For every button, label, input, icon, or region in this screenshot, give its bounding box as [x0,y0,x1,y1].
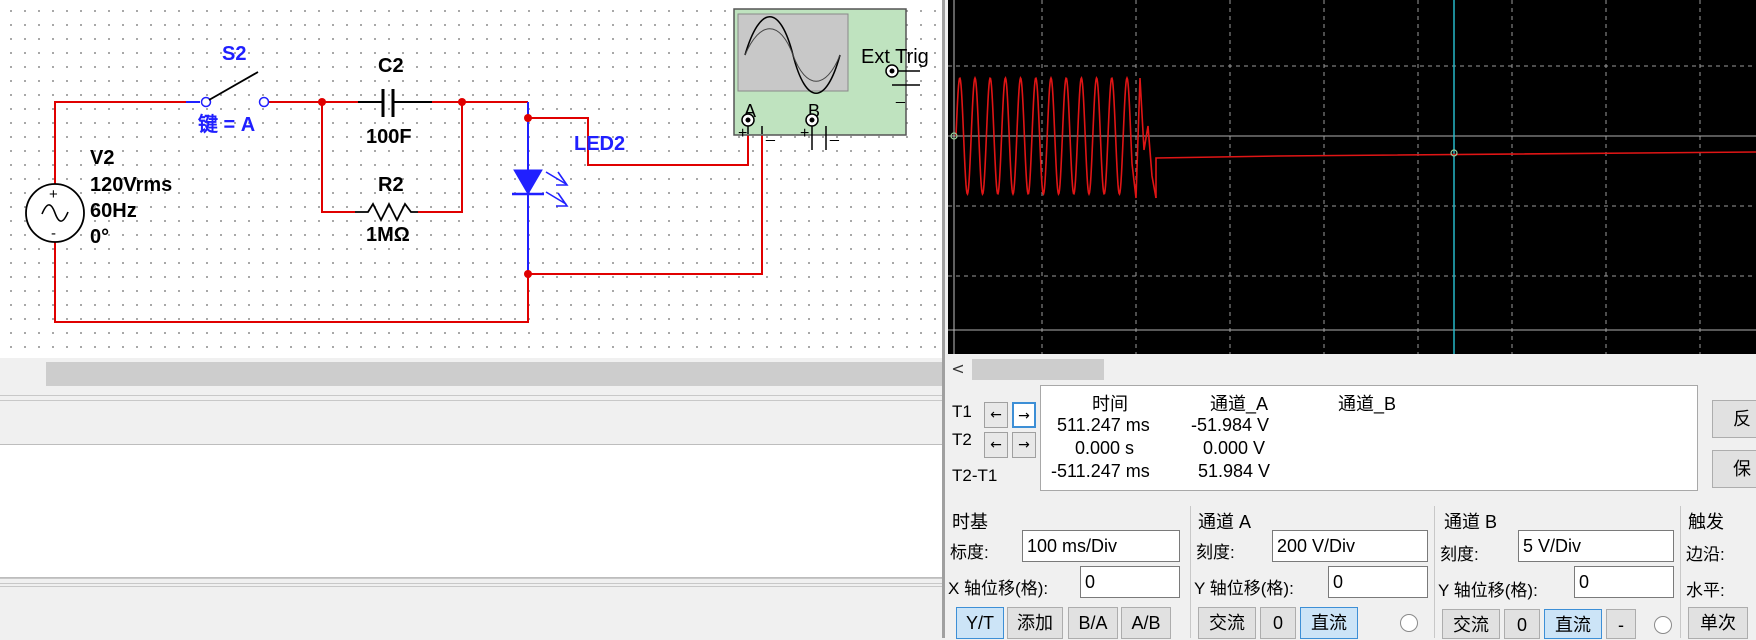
timebase-scale-label: 标度: [950,543,989,562]
capacitor-value: 100F [366,126,412,148]
readout-t2-a: 0.000 V [1203,438,1266,458]
canvas-scroll-thumb[interactable] [46,362,942,386]
channel-a-dc-button[interactable]: 直流 [1300,607,1358,639]
capacitor-c2[interactable]: C2 100F [358,55,432,148]
readout-delta-time: -511.247 ms [1051,461,1150,481]
channel-a-ypos-field[interactable]: 0 [1328,566,1428,598]
scope-waveform-display [948,0,1756,354]
source-plus: + [49,186,58,203]
resistor-r2[interactable]: R2 1MΩ [355,174,418,246]
oscilloscope-screen[interactable] [948,0,1756,354]
bottom-pane [0,586,942,639]
pane-splitter[interactable] [0,395,942,401]
t2-left-arrow-icon[interactable]: ← [984,432,1008,458]
channel-b-dc-button[interactable]: 直流 [1544,609,1602,639]
add-mode-button[interactable]: 添加 [1007,607,1063,639]
resistor-name: R2 [378,174,404,196]
ext-minus-label: _ [895,87,906,104]
x-position-field[interactable]: 0 [1080,566,1180,598]
source-phase: 0° [90,226,109,248]
switch-s2[interactable]: S2 键 = A [186,43,270,136]
trigger-title: 触发 [1688,512,1724,532]
readout-t2-time: 0.000 s [1075,438,1135,458]
a-minus-label: _ [765,125,776,142]
channel-a-ac-button[interactable]: 交流 [1198,607,1256,639]
b-plus-label: + [800,125,809,142]
ext-trig-label: Ext Trig [861,46,929,68]
channel-b-title: 通道 B [1444,512,1498,532]
b-minus-label: _ [829,125,840,142]
switch-name: S2 [222,43,246,65]
capacitor-name: C2 [378,55,404,77]
channel-a-radio[interactable] [1400,614,1418,632]
pane-splitter-lower[interactable] [0,578,942,584]
cursor-t1-label: T1 [952,402,972,421]
circuit-diagram: S2 键 = A C2 100F R2 1MΩ + - V2 120Vrms 6… [25,8,929,323]
timebase-scale-field[interactable]: 100 ms/Div [1022,530,1180,562]
t2-right-arrow-icon[interactable]: → [1012,432,1036,458]
oscilloscope-symbol[interactable]: Ext Trig A B + _ + _ _ [733,8,929,150]
source-name: V2 [90,147,114,169]
channel-b-scale-field[interactable]: 5 V/Div [1518,530,1674,562]
channel-a-zero-button[interactable]: 0 [1260,607,1296,639]
source-minus: - [51,225,56,242]
channel-a-trace [955,75,1157,199]
ab-mode-button[interactable]: A/B [1121,607,1171,639]
resistor-value: 1MΩ [366,224,410,246]
readout-header-channel-a: 通道_A [1210,394,1269,414]
reverse-button[interactable]: 反 [1712,400,1756,438]
switch-key: 键 = A [198,112,255,136]
ba-mode-button[interactable]: B/A [1068,607,1118,639]
yt-mode-button[interactable]: Y/T [956,607,1004,639]
readout-t1-a: -51.984 V [1191,415,1270,435]
t1-left-arrow-icon[interactable]: ← [984,402,1008,428]
separator [1190,506,1191,638]
ac-source-v2[interactable]: + - V2 120Vrms 60Hz 0° [25,147,172,248]
channel-b-ac-button[interactable]: 交流 [1442,609,1500,639]
channel-a-ypos-label: Y 轴位移(格): [1194,579,1294,598]
separator [1434,506,1435,638]
save-button[interactable]: 保 [1712,450,1756,488]
scope-scroll-thumb[interactable] [972,359,1104,380]
led-name: LED2 [574,133,625,155]
channel-a-title: 通道 A [1198,512,1252,532]
scroll-left-button[interactable]: < [948,358,968,380]
channel-b-ypos-label: Y 轴位移(格): [1438,581,1538,600]
channel-b-zero-button[interactable]: 0 [1504,609,1540,639]
readout-t1-time: 511.247 ms [1057,415,1150,435]
single-trigger-button[interactable]: 单次 [1688,607,1748,639]
readout-delta-a: 51.984 V [1198,461,1271,481]
channel-a-trace-after [1155,151,1756,198]
trigger-edge-label: 边沿: [1686,545,1725,564]
source-voltage: 120Vrms [90,174,172,196]
separator [1680,506,1681,638]
channel-b-ypos-field[interactable]: 0 [1574,566,1674,598]
channel-b-scale-label: 刻度: [1440,545,1479,564]
schematic-canvas[interactable]: S2 键 = A C2 100F R2 1MΩ + - V2 120Vrms 6… [0,0,942,358]
channel-b-radio[interactable] [1654,616,1672,634]
t1-right-arrow-icon[interactable]: → [1012,402,1036,428]
trigger-level-label: 水平: [1686,581,1725,600]
cursor-t2-label: T2 [952,430,972,449]
readout-header-channel-b: 通道_B [1338,394,1397,414]
source-frequency: 60Hz [90,200,137,222]
readout-header-time: 时间 [1092,394,1128,414]
output-pane [0,444,942,578]
channel-b-minus-button[interactable]: - [1606,609,1636,639]
a-plus-label: + [738,125,747,142]
timebase-title: 时基 [952,512,988,532]
x-position-label: X 轴位移(格): [948,579,1049,598]
channel-a-scale-label: 刻度: [1196,543,1235,562]
cursor-delta-label: T2-T1 [952,466,998,485]
channel-a-scale-field[interactable]: 200 V/Div [1272,530,1428,562]
